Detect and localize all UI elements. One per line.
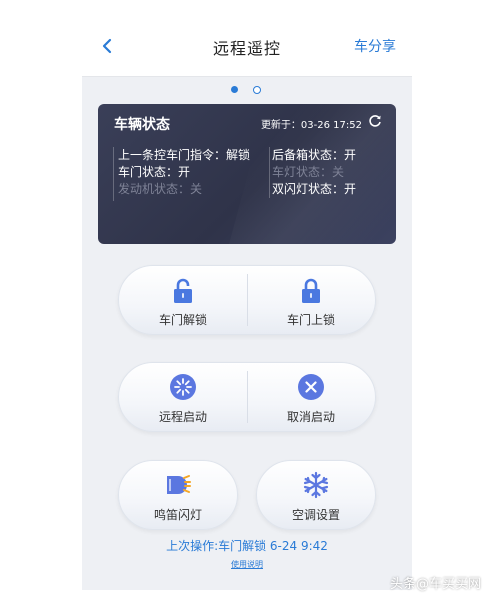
horn-flash-label: 鸣笛闪灯 (153, 508, 202, 522)
help-link[interactable]: 使用说明 (82, 559, 412, 570)
last-operation-text: 上次操作:车门解锁 6-24 9:42 (166, 539, 328, 553)
horn-flash-button[interactable]: 鸣笛闪灯 (118, 460, 238, 530)
status-line: 车门状态：开 (118, 165, 191, 179)
remote-start-button[interactable]: 远程启动 (119, 363, 247, 431)
cancel-start-label: 取消启动 (286, 410, 335, 424)
vehicle-status-card: 车辆状态 更新于：03-26 17:52 上一条控车门指令：解锁 车门状态：开 … (98, 104, 396, 244)
refresh-icon[interactable] (368, 114, 382, 128)
status-column-right: 后备箱状态：开 车灯状态：关 双闪灯状态：开 (269, 147, 356, 198)
status-card-title: 车辆状态 (114, 117, 170, 133)
lock-icon (302, 278, 320, 303)
status-line: 车灯状态：关 (272, 165, 345, 179)
page-dot-active[interactable] (231, 86, 238, 93)
ac-settings-target[interactable]: 空调设置 (252, 461, 380, 529)
status-line: 双闪灯状态：开 (272, 182, 357, 196)
cancel-start-button[interactable]: 取消启动 (247, 363, 375, 431)
spinner-icon (170, 374, 196, 400)
nav-bar: 远程遥控 车分享 (82, 18, 412, 77)
door-lock-group: 车门解锁 车门上锁 (118, 265, 376, 335)
engine-start-group: 远程启动 取消启动 (118, 362, 376, 432)
share-button[interactable]: 车分享 (354, 36, 396, 56)
ac-settings-button[interactable]: 空调设置 (256, 460, 376, 530)
door-lock-label: 车门上锁 (286, 313, 335, 327)
headlight-icon (167, 475, 191, 494)
ac-settings-label: 空调设置 (291, 508, 340, 522)
door-unlock-button[interactable]: 车门解锁 (119, 266, 247, 334)
horn-flash-target[interactable]: 鸣笛闪灯 (114, 461, 242, 529)
status-line: 上一条控车门指令：解锁 (118, 148, 251, 162)
snowflake-icon (303, 471, 329, 499)
door-unlock-label: 车门解锁 (158, 313, 207, 327)
status-line: 后备箱状态：开 (272, 148, 357, 162)
remote-start-label: 远程启动 (158, 410, 207, 424)
watermark: 头条@车买买网 (389, 577, 481, 592)
page-indicator (82, 86, 412, 98)
page-dot-inactive[interactable] (253, 86, 261, 94)
status-column-left: 上一条控车门指令：解锁 车门状态：开 发动机状态：关 (113, 147, 251, 201)
cancel-x-icon (298, 374, 324, 400)
status-line: 发动机状态：关 (118, 182, 203, 196)
updated-timestamp: 更新于：03-26 17:52 (260, 120, 362, 131)
door-lock-button[interactable]: 车门上锁 (247, 266, 375, 334)
phone-screen: 远程遥控 车分享 车辆状态 更新于：03-26 17:52 上一条控车门指令：解… (82, 18, 412, 590)
unlock-icon (174, 278, 192, 303)
